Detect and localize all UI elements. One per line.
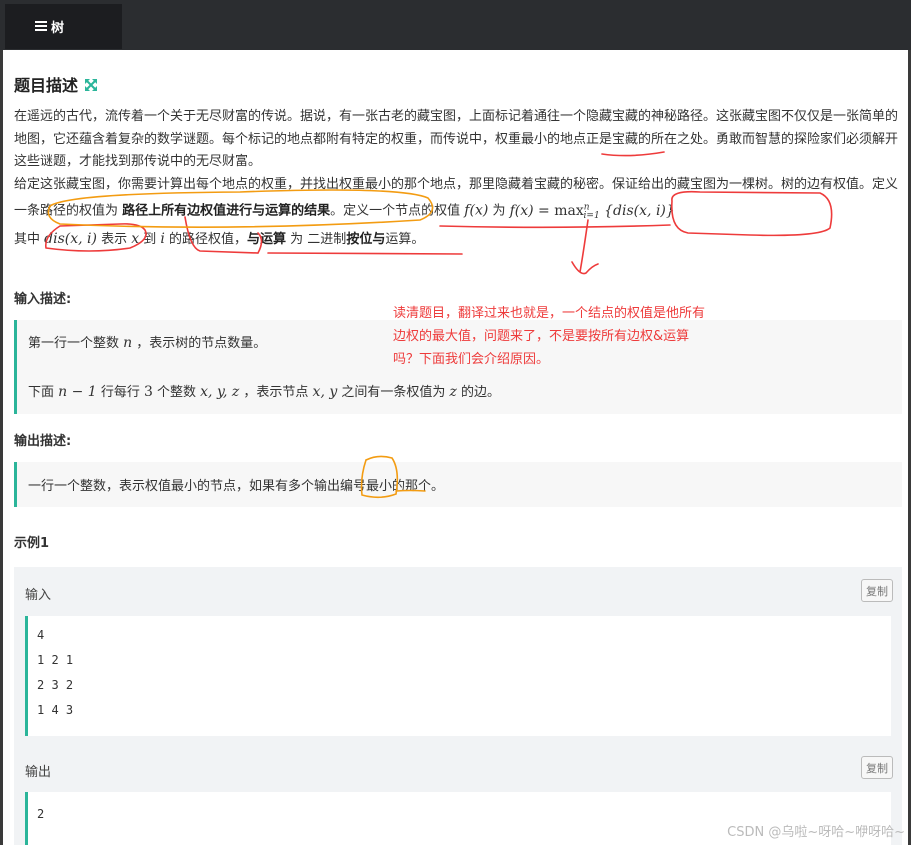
top-bar: 树 bbox=[0, 0, 911, 50]
code-line: 2 3 2 bbox=[37, 678, 74, 692]
copy-input-button[interactable]: 复制 bbox=[861, 579, 893, 602]
input-text: 之间有一条权值为 bbox=[337, 385, 450, 400]
problem-content: 题目描述 在遥远的古代，流传着一个关于无尽财富的传说。据说，有一张古老的藏宝图，… bbox=[3, 50, 908, 845]
desc-bold: 按位与 bbox=[346, 231, 386, 247]
example-title: 示例1 bbox=[14, 536, 50, 551]
desc-text: 表示 bbox=[96, 231, 132, 247]
formula-sub: i=1 bbox=[583, 211, 600, 222]
desc-text: 为 二进制 bbox=[286, 231, 347, 247]
input-line-1: 第一行一个整数 n ，表示树的节点数量。 bbox=[28, 332, 266, 351]
input-text: 的边。 bbox=[456, 385, 501, 400]
problem-description: 在遥远的古代，流传着一个关于无尽财富的传说。据说，有一张古老的藏宝图，上面标记着… bbox=[14, 106, 904, 251]
copy-output-button[interactable]: 复制 bbox=[861, 756, 893, 779]
formula-rhs: {dis(x, i)} bbox=[599, 202, 675, 219]
desc-bold: 路径上所有边权值进行与运算的结果 bbox=[122, 203, 331, 219]
description-paragraph-3: 其中 dis(x, i) 表示 x 到 i 的路径权值，与运算 为 二进制按位与… bbox=[14, 228, 904, 252]
formula-lhs: f(x) = bbox=[509, 202, 555, 219]
annotation-note: 读清题目，翻译过来也就是，一个结点的权值是他所有 边权的最大值，问题来了，不是要… bbox=[393, 302, 743, 371]
math-fx: f(x) bbox=[464, 202, 489, 219]
desc-text: 的路径权值， bbox=[164, 231, 248, 247]
input-text: 下面 bbox=[28, 385, 59, 400]
example-panel: 输入 复制 4 1 2 1 2 3 2 1 4 3 输出 复制 2 bbox=[14, 567, 902, 845]
annotation-line: 吗？下面我们会介绍原因。 bbox=[393, 352, 550, 367]
math-xyz: x, y, z bbox=[200, 384, 240, 400]
desc-text: 为 bbox=[488, 203, 510, 219]
desc-text: 运算。 bbox=[385, 231, 425, 247]
desc-bold: 与运算 bbox=[247, 231, 287, 247]
code-line: 1 4 3 bbox=[37, 703, 74, 717]
math-n-minus-1: n − 1 bbox=[58, 384, 97, 400]
desc-text: 其中 bbox=[14, 231, 45, 247]
input-title: 输入描述: bbox=[14, 292, 72, 307]
input-line-2: 下面 n − 1 行每行 3 个整数 x, y, z ，表示节点 x, y 之间… bbox=[28, 381, 500, 400]
formula-max: max bbox=[554, 202, 584, 219]
example-input-code[interactable]: 4 1 2 1 2 3 2 1 4 3 bbox=[25, 616, 891, 736]
example-input-label: 输入 bbox=[25, 588, 52, 603]
list-icon bbox=[35, 21, 47, 31]
annotation-line: 读清题目，翻译过来也就是，一个结点的权值是他所有 bbox=[393, 306, 706, 321]
desc-text: 到 bbox=[139, 231, 161, 247]
tab-tree[interactable]: 树 bbox=[5, 4, 122, 49]
input-text: ，表示节点 bbox=[239, 385, 313, 400]
description-paragraph-2: 给定这张藏宝图，你需要计算出每个地点的权重，并找出权重最小的那个地点，那里隐藏着… bbox=[14, 174, 904, 228]
code-line: 4 bbox=[37, 628, 45, 642]
code-line: 1 2 1 bbox=[37, 653, 74, 667]
desc-text: 。定义一个节点的权值 bbox=[330, 203, 465, 219]
input-text: ，表示树的节点数量。 bbox=[132, 336, 267, 351]
input-text: 个整数 bbox=[152, 385, 201, 400]
problem-title: 题目描述 bbox=[14, 72, 98, 96]
annotation-line: 边权的最大值，问题来了，不是要按所有边权&运算 bbox=[393, 329, 690, 344]
output-title: 输出描述: bbox=[14, 434, 72, 449]
math-z: z bbox=[449, 384, 457, 400]
tab-label: 树 bbox=[51, 21, 65, 36]
math-formula: f(x) = maxni=1 {dis(x, i)} bbox=[509, 202, 675, 222]
expand-icon[interactable] bbox=[84, 77, 98, 91]
description-paragraph-1: 在遥远的古代，流传着一个关于无尽财富的传说。据说，有一张古老的藏宝图，上面标记着… bbox=[14, 109, 899, 169]
example-output-label: 输出 bbox=[25, 765, 52, 780]
input-text: 第一行一个整数 bbox=[28, 336, 124, 351]
watermark: CSDN @乌啦~呀哈~咿呀哈~ bbox=[727, 825, 905, 840]
input-text: 行每行 bbox=[96, 385, 144, 400]
math-x: x bbox=[131, 230, 140, 247]
math-xy: x, y bbox=[312, 384, 338, 400]
math-3: 3 bbox=[143, 384, 153, 400]
math-dis: dis(x, i) bbox=[44, 230, 97, 247]
problem-title-text: 题目描述 bbox=[14, 76, 79, 95]
output-description: 一行一个整数，表示权值最小的节点，如果有多个输出编号最小的那个。 bbox=[14, 462, 902, 507]
math-n: n bbox=[123, 335, 133, 351]
output-line: 一行一个整数，表示权值最小的节点，如果有多个输出编号最小的那个。 bbox=[28, 479, 445, 494]
